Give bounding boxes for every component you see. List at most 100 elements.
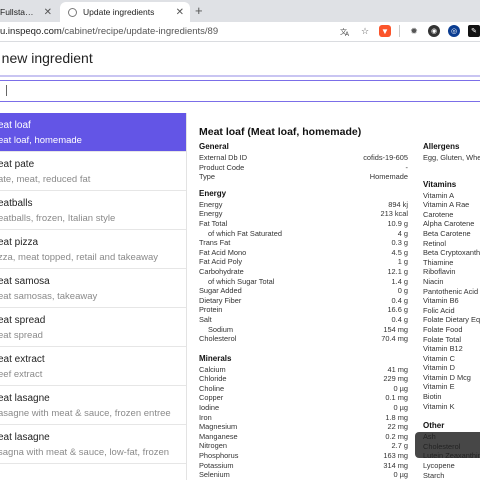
nutrient-row: Riboflavin bbox=[423, 267, 480, 277]
list-item[interactable]: eat extract eef extract bbox=[0, 347, 186, 386]
nutrient-label: Vitamin E bbox=[423, 382, 455, 392]
ingredient-search-input[interactable] bbox=[0, 80, 480, 102]
nutrient-label: Iodine bbox=[199, 403, 220, 413]
list-item[interactable]: eatballs eatballs, frozen, Italian style bbox=[0, 191, 186, 230]
nutrient-value: 0.2 mg bbox=[385, 431, 408, 441]
list-item[interactable]: eat samosa eat samosas, takeaway bbox=[0, 269, 186, 308]
minerals-rows: Calcium 41 mg Chloride 229 mg Choline 0 µg Cop… bbox=[199, 365, 408, 480]
nutrient-label: Potassium bbox=[199, 460, 234, 470]
section-heading-other: Other bbox=[423, 421, 445, 431]
nutrient-row: Fat Acid Mono 4.5 g bbox=[199, 248, 408, 258]
title-divider bbox=[0, 75, 480, 77]
general-rows: External Db ID cofids-19-605 Product Code -… bbox=[199, 153, 408, 182]
nutrient-label: of which Fat Saturated bbox=[208, 228, 282, 238]
nutrient-value: 0 µg bbox=[393, 403, 408, 413]
nutrient-value: cofids-19-605 bbox=[363, 153, 408, 162]
nutrient-label: Manganese bbox=[199, 431, 238, 441]
section-heading-general: General bbox=[199, 142, 229, 151]
nutrient-row: Choline 0 µg bbox=[199, 384, 408, 394]
nutrient-label: Magnesium bbox=[199, 422, 238, 432]
nutrient-row: of which Fat Saturated 4 g bbox=[199, 229, 408, 239]
tab-fullstack[interactable]: Fullstack Web, Mo ✕ bbox=[0, 2, 58, 22]
nutrient-label: Folate Dietary Equiv bbox=[423, 315, 480, 325]
list-item[interactable]: eat pizza zza, meat topped, retail and t… bbox=[0, 230, 186, 269]
list-item[interactable]: eat loaf eat loaf, homemade bbox=[0, 113, 186, 152]
page-title: a new ingredient bbox=[0, 50, 93, 66]
extension-icon[interactable]: ◎ bbox=[448, 25, 460, 37]
nutrient-label: Folate Total bbox=[423, 334, 462, 344]
ingredient-description: asagne with meat & sauce, frozen entree bbox=[0, 408, 171, 419]
nutrient-value: 0 g bbox=[397, 286, 408, 296]
pen-extension-icon[interactable]: ✎ bbox=[468, 25, 480, 37]
nutrient-label: Vitamin C bbox=[423, 353, 455, 363]
nutrient-label: Choline bbox=[199, 383, 225, 393]
nutrient-row: Thiamine bbox=[423, 258, 480, 268]
nutrient-label: Vitamin K bbox=[423, 401, 455, 411]
nutrient-label: Type bbox=[199, 172, 216, 182]
nutrient-value: 2.7 g bbox=[391, 441, 408, 451]
nutrient-row: Alpha Carotene bbox=[423, 219, 480, 229]
nutrient-row: Product Code - bbox=[199, 163, 408, 173]
svg-text:A: A bbox=[345, 31, 350, 37]
translate-icon[interactable]: 文A bbox=[339, 25, 351, 37]
nutrient-label: Copper bbox=[199, 393, 224, 403]
nutrient-value: 213 kcal bbox=[380, 209, 408, 219]
nutrient-label: Sodium bbox=[208, 324, 234, 334]
nutrient-label: Vitamin D bbox=[423, 363, 455, 373]
list-item[interactable]: eat spread eat spread bbox=[0, 308, 186, 347]
ingredient-name: eat samosa bbox=[0, 276, 50, 287]
nutrient-label: Vitamin A Rae bbox=[423, 200, 470, 210]
settings-gear-icon[interactable]: ✹ bbox=[408, 25, 420, 37]
nutrient-value: 12.1 g bbox=[387, 266, 408, 276]
nutrient-row: Cholesterol 70.4 mg bbox=[199, 334, 408, 344]
nutrient-row: Manganese 0.2 mg bbox=[199, 432, 408, 442]
list-item[interactable]: eat lasagne sagna with meat & sauce, low… bbox=[0, 425, 186, 464]
nutrient-label: Fat Total bbox=[199, 218, 228, 228]
nutrient-row: Iodine 0 µg bbox=[199, 403, 408, 413]
nutrient-row: Starch bbox=[423, 471, 480, 480]
close-tab-icon[interactable]: ✕ bbox=[170, 7, 190, 18]
nutrient-row: Vitamin D bbox=[423, 363, 480, 373]
nutrient-label: Lycopene bbox=[423, 461, 455, 471]
tab-strip: Fullstack Web, Mo ✕ Update ingredients ✕… bbox=[0, 0, 480, 22]
nutrient-value: 70.4 mg bbox=[381, 334, 408, 344]
nutrient-label: of which Sugar Total bbox=[208, 276, 275, 286]
nutrient-row: Magnesium 22 mg bbox=[199, 422, 408, 432]
nutrient-label: Folic Acid bbox=[423, 305, 455, 315]
address-bar[interactable]: u.inspeqo.com/cabinet/recipe/update-ingr… bbox=[0, 22, 480, 42]
nutrient-row: Fat Acid Poly 1 g bbox=[199, 257, 408, 267]
nutrient-row: Vitamin B12 bbox=[423, 344, 480, 354]
bookmark-star-icon[interactable]: ☆ bbox=[359, 25, 371, 37]
nutrient-row: Salt 0.4 g bbox=[199, 315, 408, 325]
nutrient-row: Phosphorus 163 mg bbox=[199, 451, 408, 461]
ingredient-list: eat loaf eat loaf, homemade eat pate ate… bbox=[0, 113, 187, 480]
new-tab-button[interactable]: + bbox=[195, 3, 203, 18]
nutrient-label: Vitamin B6 bbox=[423, 296, 459, 306]
nutrient-value: Homemade bbox=[369, 172, 408, 182]
nutrient-label: Sugar Added bbox=[199, 286, 242, 296]
ingredient-description: eat spread bbox=[0, 330, 43, 341]
nutrient-label: Protein bbox=[199, 305, 223, 315]
ingredient-name: eat lasagne bbox=[0, 432, 50, 443]
nutrient-label: Retinol bbox=[423, 238, 447, 248]
url-text[interactable]: u.inspeqo.com/cabinet/recipe/update-ingr… bbox=[0, 26, 218, 37]
brave-shield-icon[interactable]: ▼ bbox=[379, 25, 391, 37]
list-item[interactable]: eat lasagne asagne with meat & sauce, fr… bbox=[0, 386, 186, 425]
close-tab-icon[interactable]: ✕ bbox=[38, 7, 58, 18]
nutrient-row: Vitamin A Rae bbox=[423, 200, 480, 210]
nutrient-value: 41 mg bbox=[387, 364, 408, 374]
tab-update-ingredients[interactable]: Update ingredients ✕ bbox=[60, 2, 190, 22]
nutrient-label: Alpha Carotene bbox=[423, 219, 475, 229]
nutrient-row: Nitrogen 2.7 g bbox=[199, 441, 408, 451]
nutrient-label: Chloride bbox=[199, 374, 227, 384]
nutrient-value: 0.4 g bbox=[391, 314, 408, 324]
nutrient-row: of which Sugar Total 1.4 g bbox=[199, 277, 408, 287]
nutrient-label: Carbohydrate bbox=[199, 266, 244, 276]
url-host: u.inspeqo.com bbox=[0, 26, 62, 37]
nutrient-row: Selenium 0 µg bbox=[199, 470, 408, 480]
extension-icon[interactable]: ◉ bbox=[428, 25, 440, 37]
list-item[interactable]: eat pate ate, meat, reduced fat bbox=[0, 152, 186, 191]
tab-label: Update ingredients bbox=[83, 7, 155, 17]
nutrient-label: Phosphorus bbox=[199, 451, 239, 461]
globe-icon bbox=[68, 7, 77, 17]
